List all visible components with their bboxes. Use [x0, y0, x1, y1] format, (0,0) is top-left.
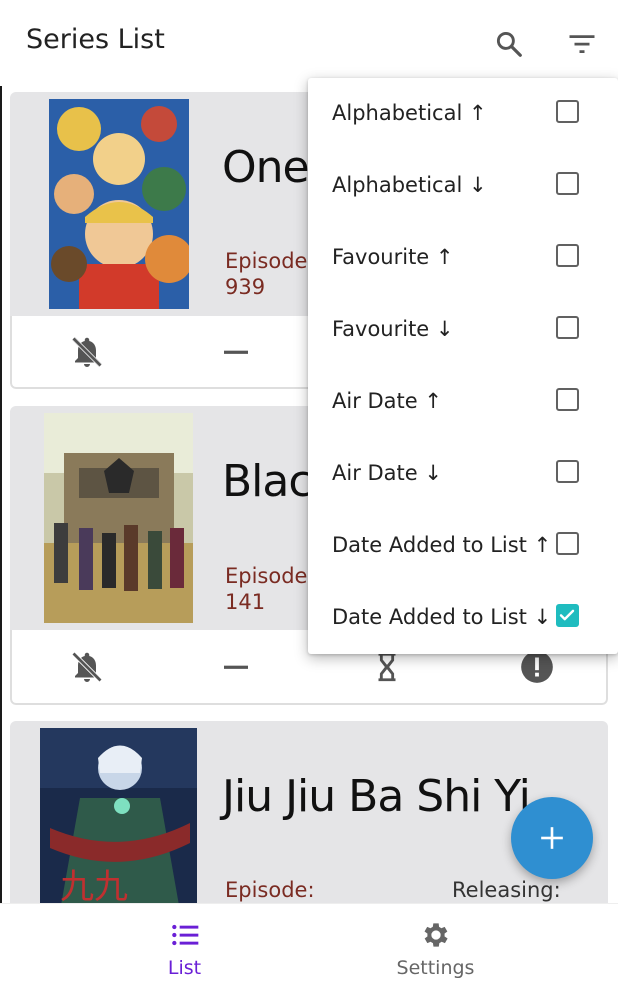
- sort-checkbox[interactable]: [556, 460, 579, 483]
- search-icon: [496, 31, 522, 57]
- sort-option-label: Air Date ↓: [332, 461, 442, 485]
- jiu-jiu-ba-shi-yi-poster: 九九: [40, 728, 197, 911]
- remove-icon: [224, 665, 248, 669]
- sort-checkbox[interactable]: [556, 172, 579, 195]
- hourglass-icon: [378, 652, 396, 682]
- status-label: Releasing:: [452, 878, 561, 902]
- episode-value: 939: [225, 275, 266, 299]
- remove-button[interactable]: [212, 643, 260, 691]
- filter-button[interactable]: [560, 22, 604, 66]
- series-title: Jiu Jiu Ba Shi Yi: [222, 771, 531, 822]
- sort-option-air-date-asc[interactable]: Air Date ↑: [308, 366, 618, 438]
- sort-checkbox[interactable]: [556, 532, 579, 555]
- sort-checkbox[interactable]: [556, 100, 579, 123]
- sort-option-favourite-asc[interactable]: Favourite ↑: [308, 222, 618, 294]
- sort-option-date-added-asc[interactable]: Date Added to List ↑: [308, 510, 618, 582]
- black-clover-poster: [44, 413, 193, 623]
- sort-menu: Alphabetical ↑ Alphabetical ↓ Favourite …: [308, 78, 618, 654]
- filter-icon: [569, 35, 595, 53]
- sort-checkbox[interactable]: [556, 388, 579, 411]
- sort-checkbox-checked[interactable]: [556, 604, 579, 627]
- sort-option-label: Date Added to List ↑: [332, 533, 552, 557]
- notifications-off-icon: [71, 651, 103, 683]
- check-icon: [559, 609, 575, 621]
- remove-icon: [224, 350, 248, 354]
- notifications-off-button[interactable]: [63, 328, 111, 376]
- one-piece-poster: [49, 99, 189, 309]
- sort-checkbox[interactable]: [556, 316, 579, 339]
- nav-item-settings[interactable]: Settings: [281, 904, 590, 985]
- notifications-off-button[interactable]: [63, 643, 111, 691]
- search-button[interactable]: [487, 22, 531, 66]
- sort-option-label: Favourite ↑: [332, 245, 454, 269]
- sort-option-alphabetical-asc[interactable]: Alphabetical ↑: [308, 78, 618, 150]
- list-icon: [168, 918, 202, 952]
- window-edge: [0, 0, 2, 984]
- episode-label: Episode:: [225, 878, 315, 902]
- sort-option-favourite-desc[interactable]: Favourite ↓: [308, 294, 618, 366]
- sort-checkbox[interactable]: [556, 244, 579, 267]
- plus-icon: [541, 827, 563, 849]
- episode-label: Episode:: [225, 564, 315, 588]
- remove-button[interactable]: [212, 328, 260, 376]
- sort-option-air-date-desc[interactable]: Air Date ↓: [308, 438, 618, 510]
- page-title: Series List: [26, 24, 165, 55]
- gear-icon: [419, 918, 453, 952]
- sort-option-label: Air Date ↑: [332, 389, 442, 413]
- sort-option-label: Alphabetical ↓: [332, 173, 487, 197]
- add-series-button[interactable]: [511, 797, 593, 879]
- bottom-navigation: List Settings: [0, 903, 618, 985]
- notifications-off-icon: [71, 336, 103, 368]
- series-title: One: [222, 142, 310, 193]
- episode-value: 141: [225, 590, 266, 614]
- sort-option-alphabetical-desc[interactable]: Alphabetical ↓: [308, 150, 618, 222]
- sort-option-label: Favourite ↓: [332, 317, 454, 341]
- sort-option-date-added-desc[interactable]: Date Added to List ↓: [308, 582, 618, 654]
- episode-label: Episode:: [225, 249, 315, 273]
- sort-option-label: Date Added to List ↓: [332, 605, 552, 629]
- app-bar: Series List: [0, 0, 618, 86]
- svg-text:九九: 九九: [60, 867, 128, 907]
- sort-option-label: Alphabetical ↑: [332, 101, 487, 125]
- nav-label-settings: Settings: [396, 957, 475, 979]
